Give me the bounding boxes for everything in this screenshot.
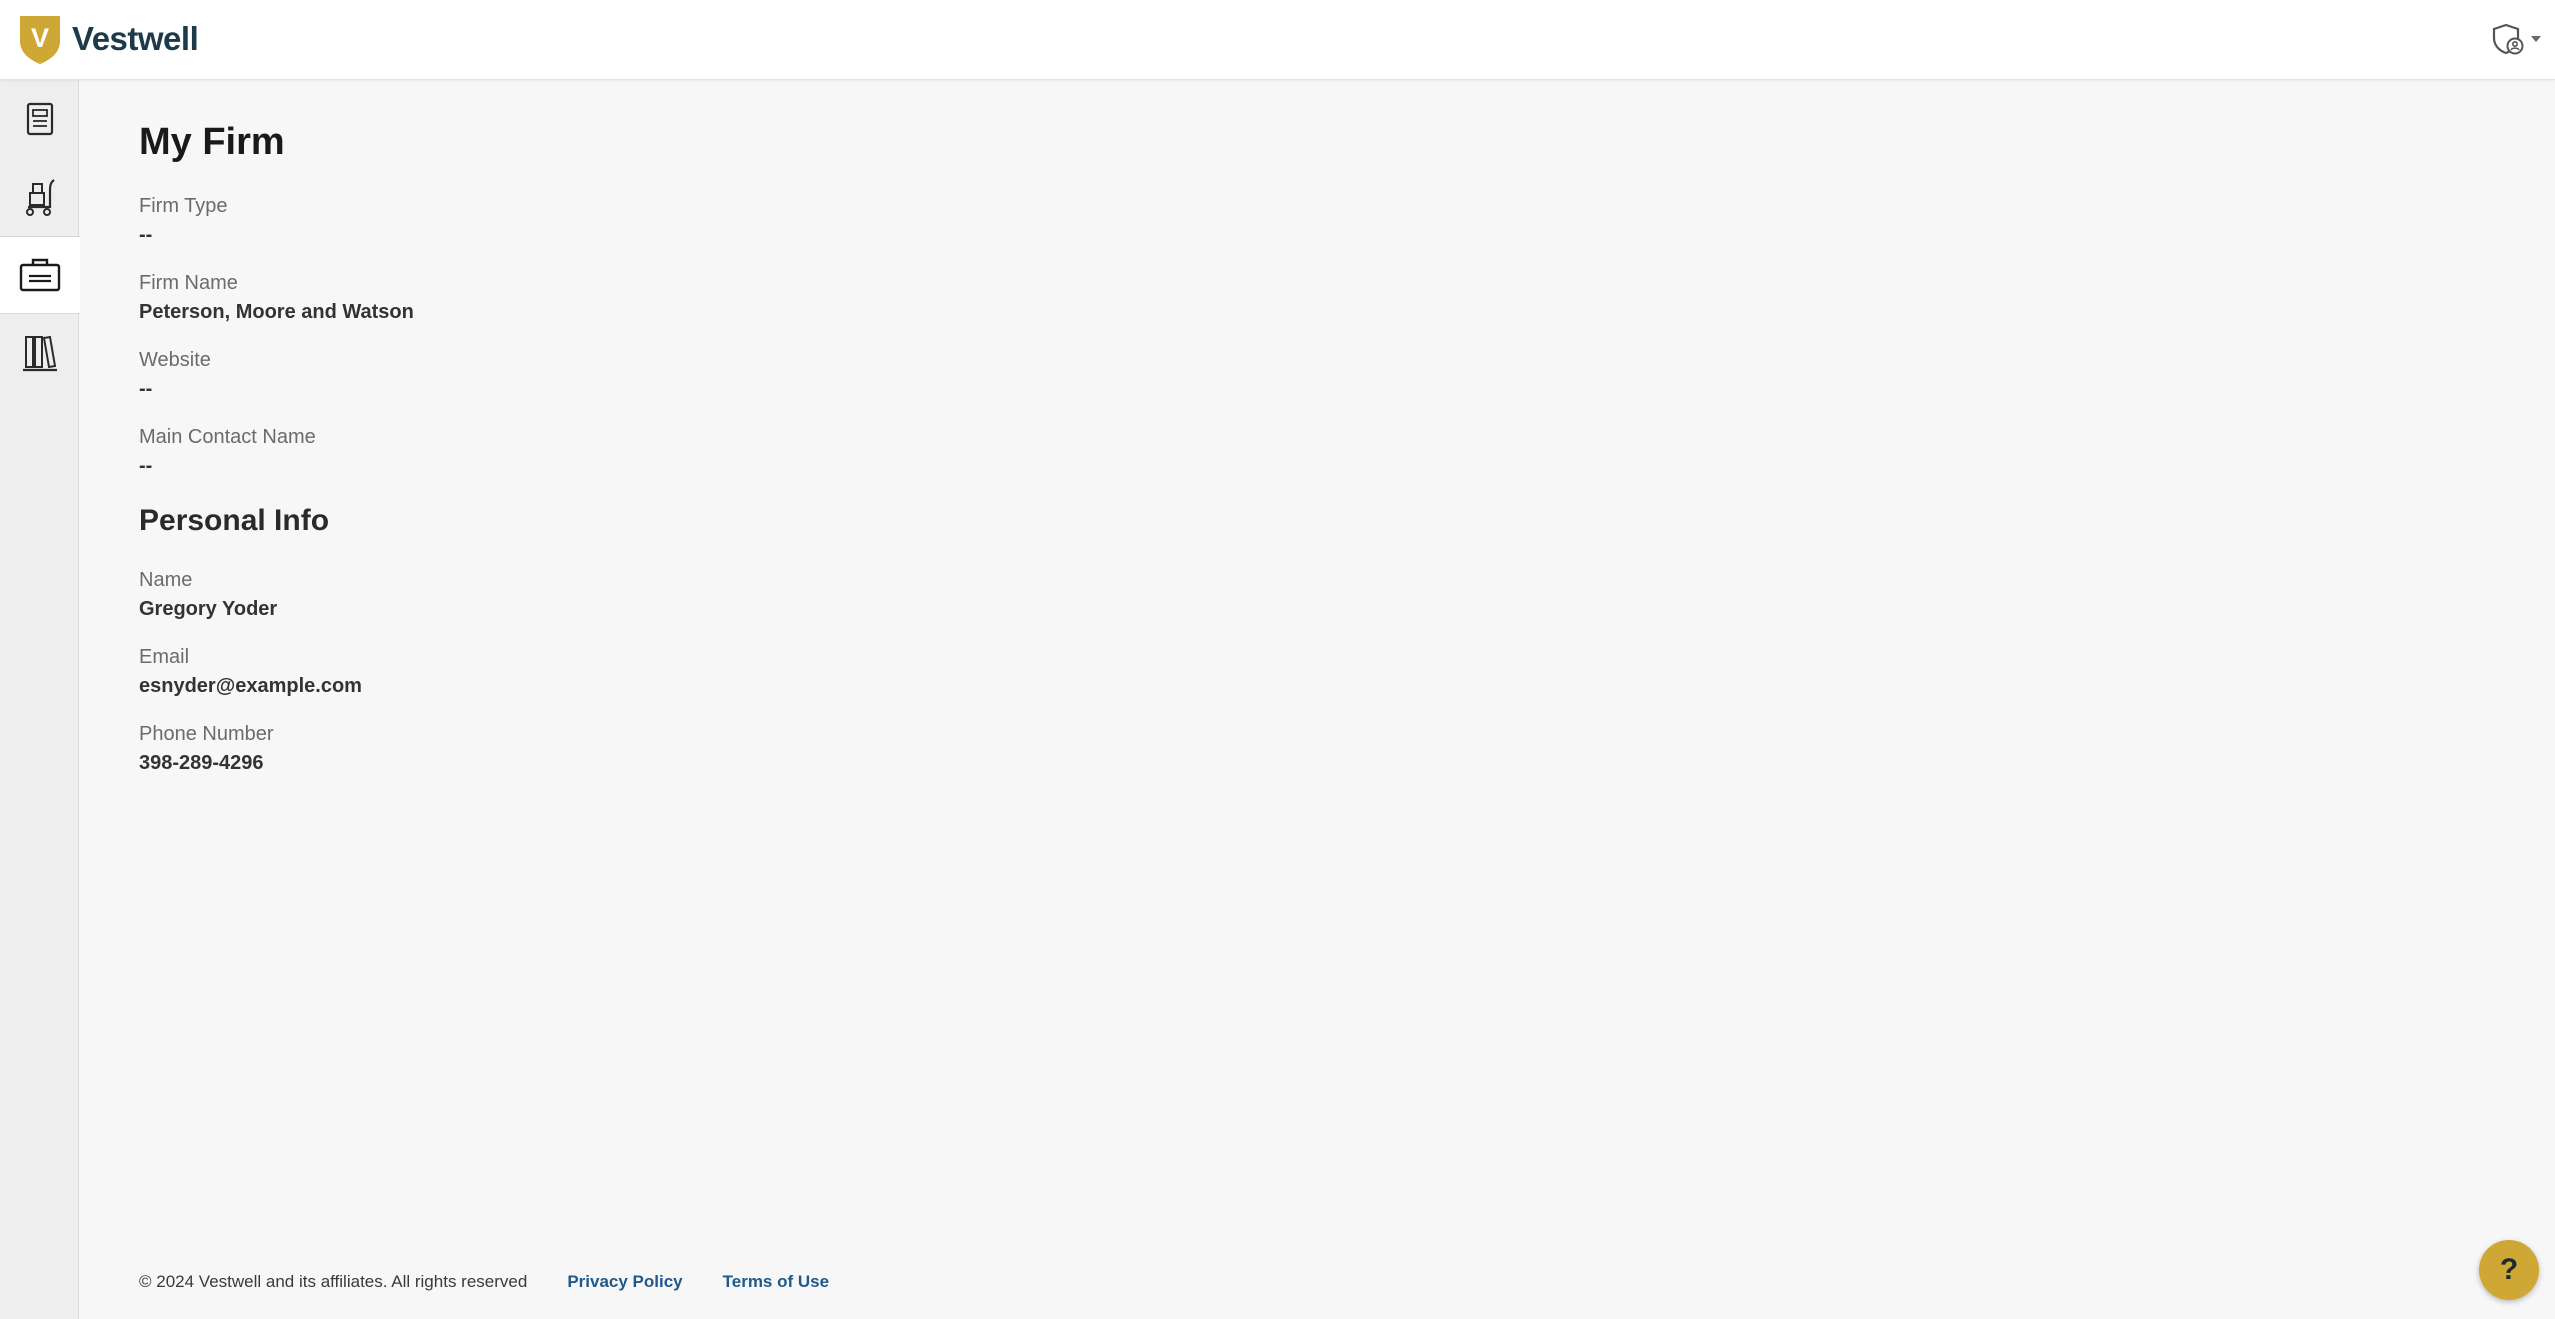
field-email: Email esnyder@example.com <box>139 644 2439 699</box>
sidebar-item-library[interactable] <box>0 314 79 392</box>
document-list-icon <box>26 102 53 136</box>
page-footer: © 2024 Vestwell and its affiliates. All … <box>139 1272 829 1292</box>
field-main-contact-name: Main Contact Name -- <box>139 424 2439 479</box>
library-books-icon <box>22 335 57 372</box>
hand-truck-icon <box>25 179 55 216</box>
field-label: Phone Number <box>139 722 274 745</box>
field-value: Peterson, Moore and Watson <box>139 300 414 323</box>
field-value: -- <box>139 377 153 400</box>
field-firm-name: Firm Name Peterson, Moore and Watson <box>139 270 2439 325</box>
copyright-text: © 2024 Vestwell and its affiliates. All … <box>139 1272 528 1291</box>
briefcase-icon <box>19 258 61 292</box>
field-label: Main Contact Name <box>139 425 316 448</box>
svg-text:V: V <box>31 23 49 53</box>
privacy-policy-link[interactable]: Privacy Policy <box>567 1272 682 1292</box>
top-header: V Vestwell <box>0 0 2555 80</box>
field-label: Email <box>139 645 190 668</box>
field-value: Gregory Yoder <box>139 597 278 620</box>
sidebar-item-my-firm[interactable] <box>0 236 80 314</box>
user-menu-button[interactable] <box>2491 22 2541 56</box>
help-question-icon: ? <box>2499 1253 2519 1286</box>
section-title-personal-info: Personal Info <box>139 503 330 537</box>
page-title: My Firm <box>139 121 285 163</box>
brand-logo-link[interactable]: V Vestwell <box>18 13 199 65</box>
terms-of-use-link[interactable]: Terms of Use <box>723 1272 829 1292</box>
field-value: -- <box>139 454 153 477</box>
sidebar-item-documents[interactable] <box>0 80 79 158</box>
main-content: My Firm Firm Type -- Firm Name Peterson,… <box>139 80 2439 776</box>
field-label: Firm Name <box>139 271 238 294</box>
field-label: Firm Type <box>139 194 228 217</box>
chevron-down-icon <box>2531 36 2541 42</box>
shield-user-icon <box>2492 23 2524 55</box>
sidebar-nav <box>0 80 80 1319</box>
vestwell-shield-logo-icon: V <box>20 16 60 64</box>
field-website: Website -- <box>139 347 2439 402</box>
field-phone-number: Phone Number 398-289-4296 <box>139 721 2439 776</box>
field-value: 398-289-4296 <box>139 751 264 774</box>
field-name: Name Gregory Yoder <box>139 567 2439 622</box>
field-label: Name <box>139 568 193 591</box>
help-button[interactable]: ? <box>2479 1240 2539 1300</box>
field-value: esnyder@example.com <box>139 674 362 697</box>
field-value: -- <box>139 223 153 246</box>
field-firm-type: Firm Type -- <box>139 193 2439 248</box>
brand-name: Vestwell <box>72 20 199 57</box>
field-label: Website <box>139 348 211 371</box>
sidebar-item-transfers[interactable] <box>0 158 79 236</box>
